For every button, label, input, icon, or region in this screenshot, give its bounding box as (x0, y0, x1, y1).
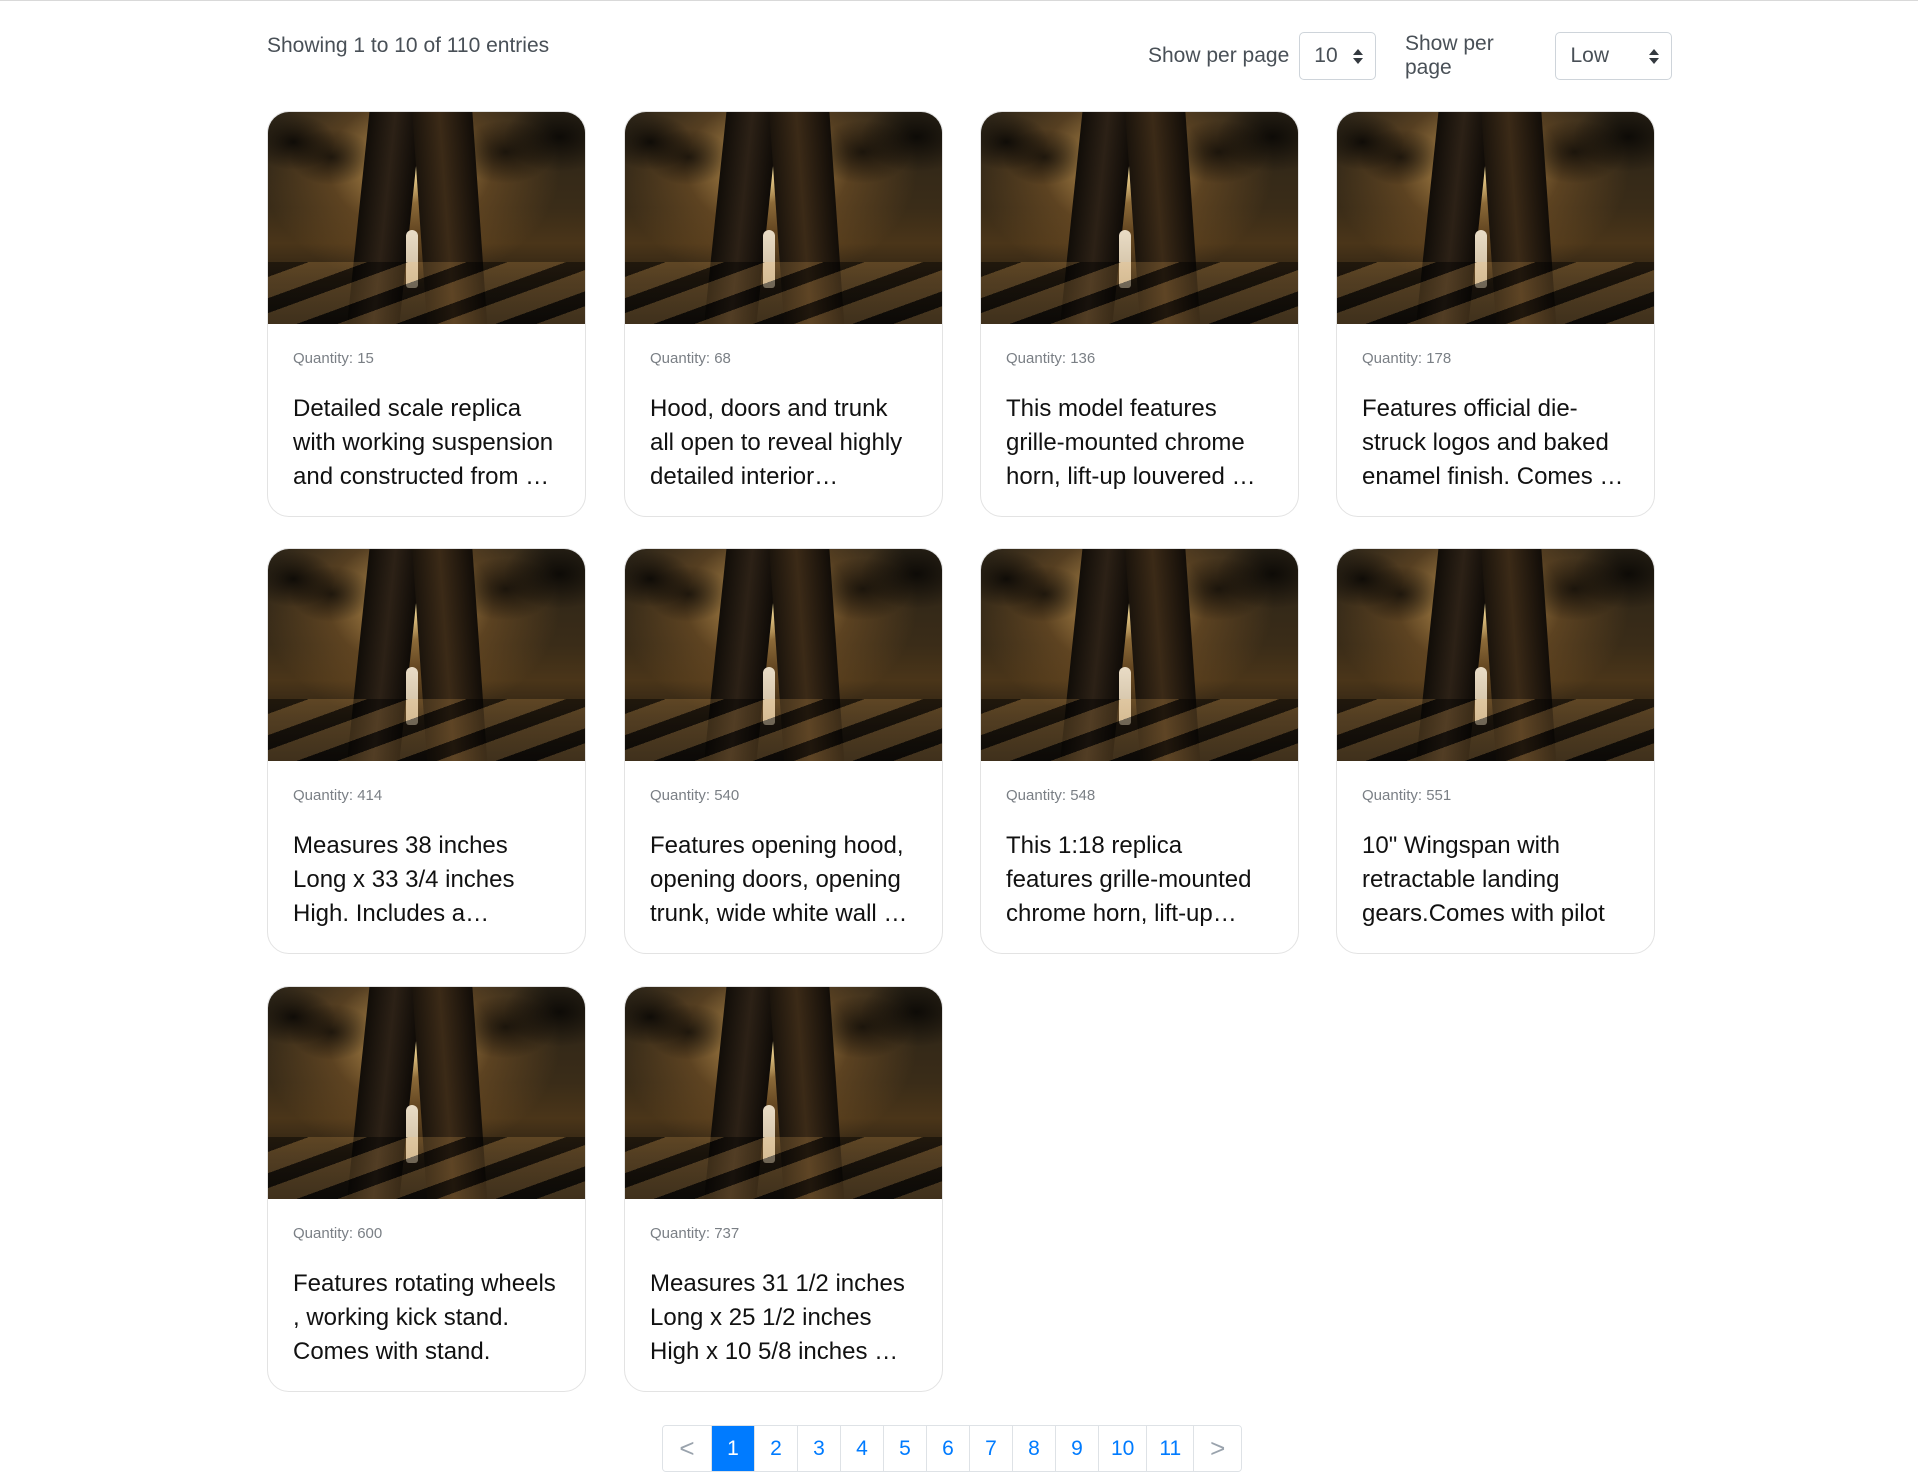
sort-label: Show per page (1405, 32, 1494, 79)
product-card[interactable]: Quantity: 136 This model features grille… (980, 111, 1299, 517)
per-page-value: 10 (1314, 44, 1338, 67)
product-quantity: Quantity: 737 (650, 1225, 740, 1242)
page-3-button[interactable]: 3 (797, 1426, 840, 1471)
product-image (1337, 112, 1654, 324)
product-quantity: Quantity: 68 (650, 350, 731, 367)
sort-select[interactable]: Low (1555, 32, 1672, 80)
product-card[interactable]: Quantity: 414 Measures 38 inches Long x … (267, 548, 586, 954)
product-description: Features official die-struck logos and b… (1362, 395, 1624, 490)
page-1-button[interactable]: 1 (711, 1426, 754, 1471)
product-image (268, 987, 585, 1199)
product-description: Measures 31 1/2 inches Long x 25 1/2 inc… (650, 1270, 905, 1365)
sort-arrows-icon (1353, 47, 1364, 67)
product-quantity: Quantity: 551 (1362, 787, 1452, 804)
page-7-button[interactable]: 7 (969, 1426, 1012, 1471)
product-description: Measures 38 inches Long x 33 3/4 inches … (293, 832, 515, 927)
per-page-label: Show per page (1148, 44, 1290, 67)
sort-arrows-icon (1649, 47, 1659, 67)
next-page-button[interactable]: > (1193, 1426, 1242, 1471)
product-card[interactable]: Quantity: 540 Features opening hood, ope… (624, 548, 943, 954)
product-description: This model features grille-mounted chrom… (1006, 395, 1256, 490)
entries-info: Showing 1 to 10 of 110 entries (267, 34, 550, 57)
product-quantity: Quantity: 548 (1006, 787, 1096, 804)
sort-value: Low (1570, 44, 1610, 67)
product-image (268, 549, 585, 761)
product-description: Features opening hood, opening doors, op… (650, 832, 908, 927)
page-10-button[interactable]: 10 (1098, 1426, 1147, 1471)
product-card[interactable]: Quantity: 600 Features rotating wheels ,… (267, 986, 586, 1392)
page-2-button[interactable]: 2 (754, 1426, 797, 1471)
listing-toolbar: Showing 1 to 10 of 110 entries Show per … (267, 32, 1672, 80)
product-quantity: Quantity: 136 (1006, 350, 1096, 367)
product-quantity: Quantity: 600 (293, 1225, 383, 1242)
page-6-button[interactable]: 6 (926, 1426, 969, 1471)
product-card[interactable]: Quantity: 68 Hood, doors and trunk all o… (624, 111, 943, 517)
product-quantity: Quantity: 540 (650, 787, 740, 804)
product-description: Hood, doors and trunk all open to reveal… (650, 395, 903, 490)
product-description: 10" Wingspan with retractable landing ge… (1362, 832, 1605, 927)
product-quantity: Quantity: 414 (293, 787, 383, 804)
page-9-button[interactable]: 9 (1055, 1426, 1098, 1471)
product-card[interactable]: Quantity: 178 Features official die-stru… (1336, 111, 1655, 517)
product-image (625, 112, 942, 324)
product-quantity: Quantity: 15 (293, 350, 374, 367)
product-card[interactable]: Quantity: 737 Measures 31 1/2 inches Lon… (624, 986, 943, 1392)
product-image (981, 549, 1298, 761)
product-description: This 1:18 replica features grille-mounte… (1006, 832, 1252, 927)
per-page-control: Show per page 10 (1148, 32, 1377, 80)
sort-control: Show per page Low (1405, 32, 1672, 80)
product-quantity: Quantity: 178 (1362, 350, 1452, 367)
product-card[interactable]: Quantity: 551 10" Wingspan with retracta… (1336, 548, 1655, 954)
pagination: < 1 2 3 4 5 6 7 8 9 10 11 > (662, 1425, 1243, 1472)
product-image (625, 987, 942, 1199)
page-11-button[interactable]: 11 (1146, 1426, 1194, 1471)
prev-page-button[interactable]: < (663, 1426, 711, 1471)
per-page-select[interactable]: 10 (1299, 32, 1377, 80)
product-image (981, 112, 1298, 324)
product-description: Features rotating wheels , working kick … (293, 1270, 556, 1365)
top-divider (0, 0, 1918, 1)
product-image (625, 549, 942, 761)
page-5-button[interactable]: 5 (883, 1426, 926, 1471)
page-8-button[interactable]: 8 (1012, 1426, 1055, 1471)
page-4-button[interactable]: 4 (840, 1426, 883, 1471)
product-card[interactable]: Quantity: 548 This 1:18 replica features… (980, 548, 1299, 954)
product-image (268, 112, 585, 324)
product-image (1337, 549, 1654, 761)
product-card[interactable]: Quantity: 15 Detailed scale replica with… (267, 111, 586, 517)
product-description: Detailed scale replica with working susp… (293, 395, 554, 490)
